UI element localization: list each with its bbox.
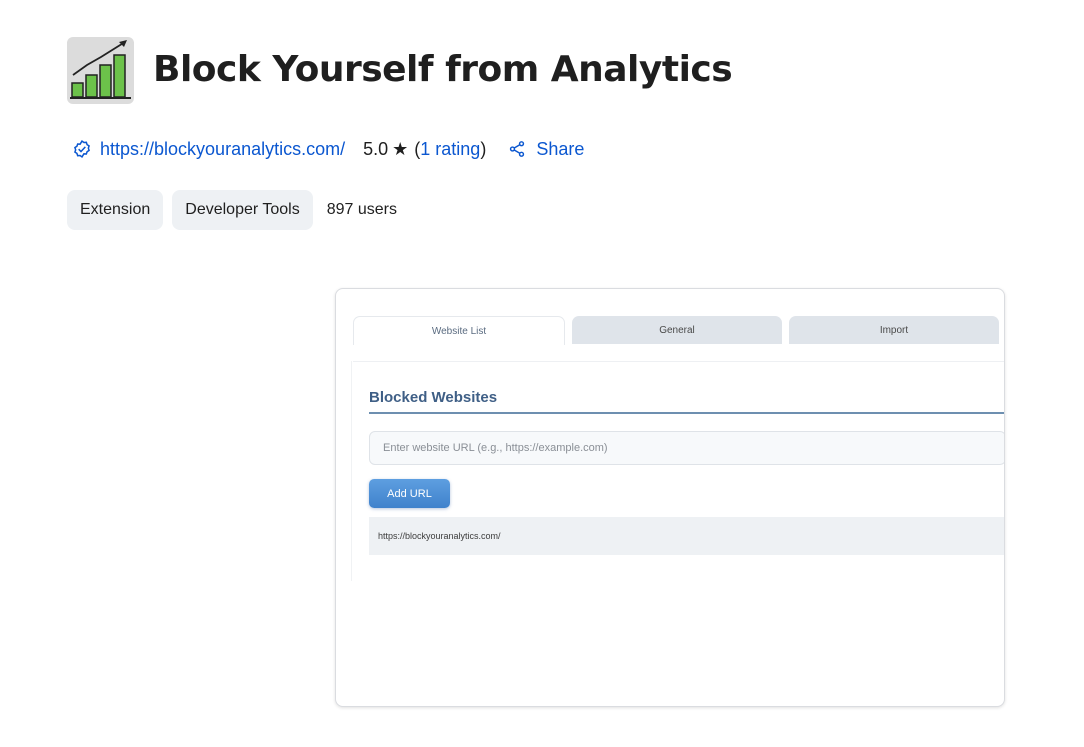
star-icon: ★ <box>392 138 409 159</box>
tab-general[interactable]: General <box>572 316 782 344</box>
bar-chart-growth-icon <box>67 37 134 104</box>
share-icon <box>510 141 525 157</box>
rating-count-link[interactable]: 1 rating <box>420 139 480 160</box>
website-url-input[interactable] <box>369 431 1004 465</box>
users-count: 897 users <box>326 201 397 218</box>
chip-extension[interactable]: Extension <box>67 190 164 230</box>
panel-title: Blocked Websites <box>369 389 498 406</box>
tab-import[interactable]: Import <box>789 316 999 344</box>
meta-row: https://blockyouranalytics.com/ 5.0 ★ ( … <box>72 136 584 162</box>
add-url-button[interactable]: Add URL <box>369 479 450 508</box>
chip-category[interactable]: Developer Tools <box>172 190 313 230</box>
page-title: Block Yourself from Analytics <box>153 49 733 90</box>
chips-row: Extension Developer Tools 897 users <box>67 190 397 230</box>
share-label: Share <box>536 138 585 159</box>
screenshot-preview[interactable]: Website List General Import Blocked Webs… <box>335 288 1005 707</box>
rating-paren-close: ) <box>480 138 487 159</box>
tab-website-list[interactable]: Website List <box>353 316 565 345</box>
extension-detail-page: Block Yourself from Analytics https://bl… <box>0 0 1084 747</box>
rating-value: 5.0 <box>363 138 389 159</box>
panel-border <box>351 361 352 581</box>
blocked-site-url: https://blockyouranalytics.com/ <box>378 531 501 541</box>
blocked-site-row: https://blockyouranalytics.com/ <box>369 517 1004 555</box>
panel-divider <box>369 412 1004 414</box>
publisher-site-link[interactable]: https://blockyouranalytics.com/ <box>100 139 345 160</box>
preview-tabs: Website List General Import <box>353 316 999 345</box>
blocked-websites-panel: Blocked Websites Add URL https://blockyo… <box>353 361 1004 582</box>
verified-badge-icon <box>74 139 90 159</box>
share-button[interactable]: Share <box>508 139 584 160</box>
